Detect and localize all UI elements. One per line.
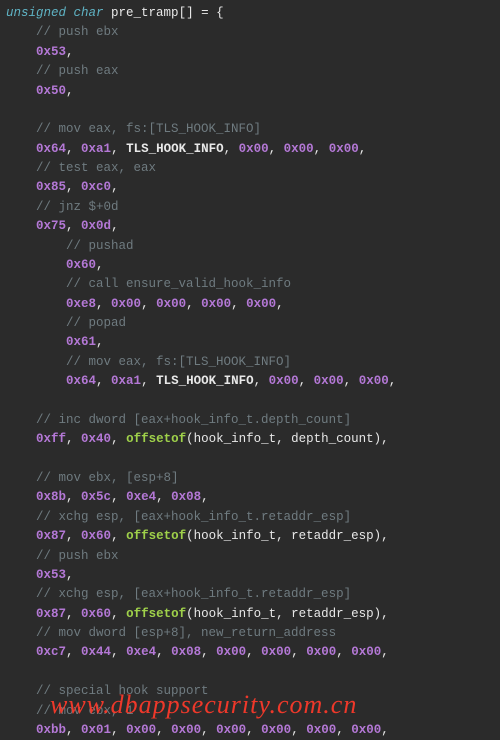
code-block: unsigned char pre_tramp[] = { // push eb… <box>6 4 500 740</box>
